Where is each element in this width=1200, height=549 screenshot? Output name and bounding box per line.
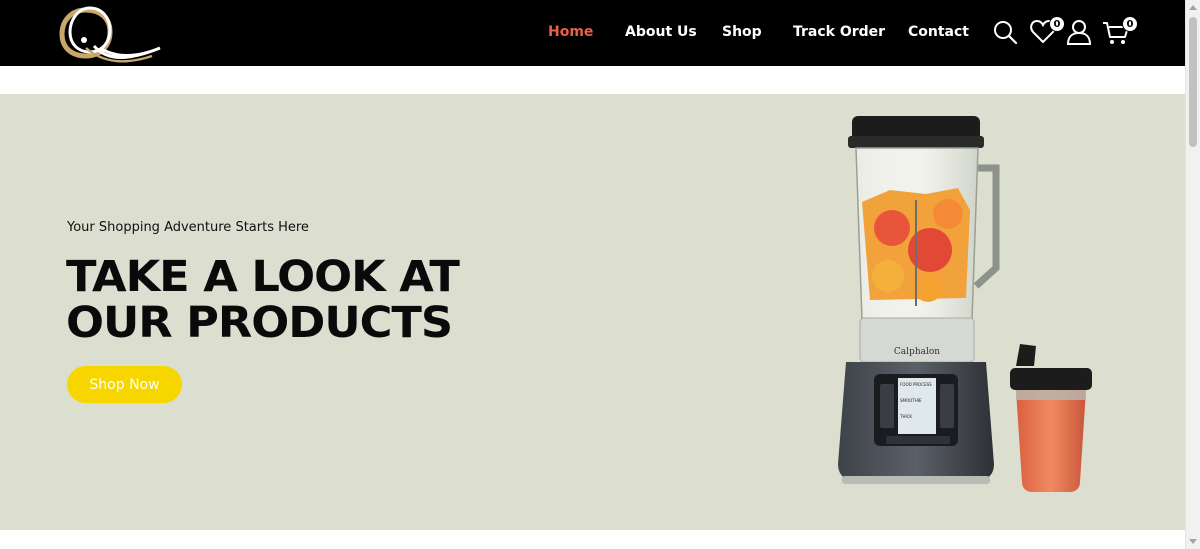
site-header: Home About Us Shop Track Order Contact 0… (0, 0, 1185, 66)
wishlist-button[interactable]: 0 (1029, 16, 1065, 46)
vertical-scrollbar[interactable] (1185, 0, 1200, 549)
wishlist-count-badge: 0 (1049, 16, 1065, 32)
nav-shop[interactable]: Shop (722, 24, 762, 40)
nav-about-us[interactable]: About Us (625, 24, 697, 40)
hero-headline-line2: OUR PRODUCTS (66, 298, 453, 348)
nav-contact[interactable]: Contact (908, 24, 969, 40)
hero-headline-line1: TAKE A LOOK AT (66, 252, 460, 302)
product-screen-line2: SMOOTHIE (900, 398, 922, 403)
user-icon (1066, 20, 1092, 45)
account-button[interactable] (1065, 18, 1093, 46)
shop-now-button[interactable]: Shop Now (67, 366, 182, 403)
blender-product-image: Calphalon FOOD PROCESS SMOOTHIE THICK (838, 116, 1092, 492)
search-icon[interactable] (991, 18, 1019, 46)
cart-count-badge: 0 (1122, 16, 1138, 32)
nav-track-order[interactable]: Track Order (793, 24, 885, 40)
product-brand-label: Calphalon (894, 347, 940, 357)
product-screen-line3: THICK (899, 414, 912, 419)
product-screen-line1: FOOD PROCESS (900, 382, 932, 387)
scroll-down-arrow[interactable] (1189, 539, 1197, 544)
page: Home About Us Shop Track Order Contact 0… (0, 0, 1200, 549)
hero-banner: Your Shopping Adventure Starts Here TAKE… (0, 94, 1185, 530)
scrollbar-thumb[interactable] (1189, 17, 1197, 147)
nav-home[interactable]: Home (548, 24, 593, 40)
hero-headline: TAKE A LOOK AT OUR PRODUCTS (66, 254, 586, 346)
cart-button[interactable]: 0 (1102, 16, 1138, 46)
site-logo[interactable] (56, 2, 164, 64)
hero-tagline: Your Shopping Adventure Starts Here (67, 220, 309, 235)
scroll-up-arrow[interactable] (1189, 5, 1197, 10)
